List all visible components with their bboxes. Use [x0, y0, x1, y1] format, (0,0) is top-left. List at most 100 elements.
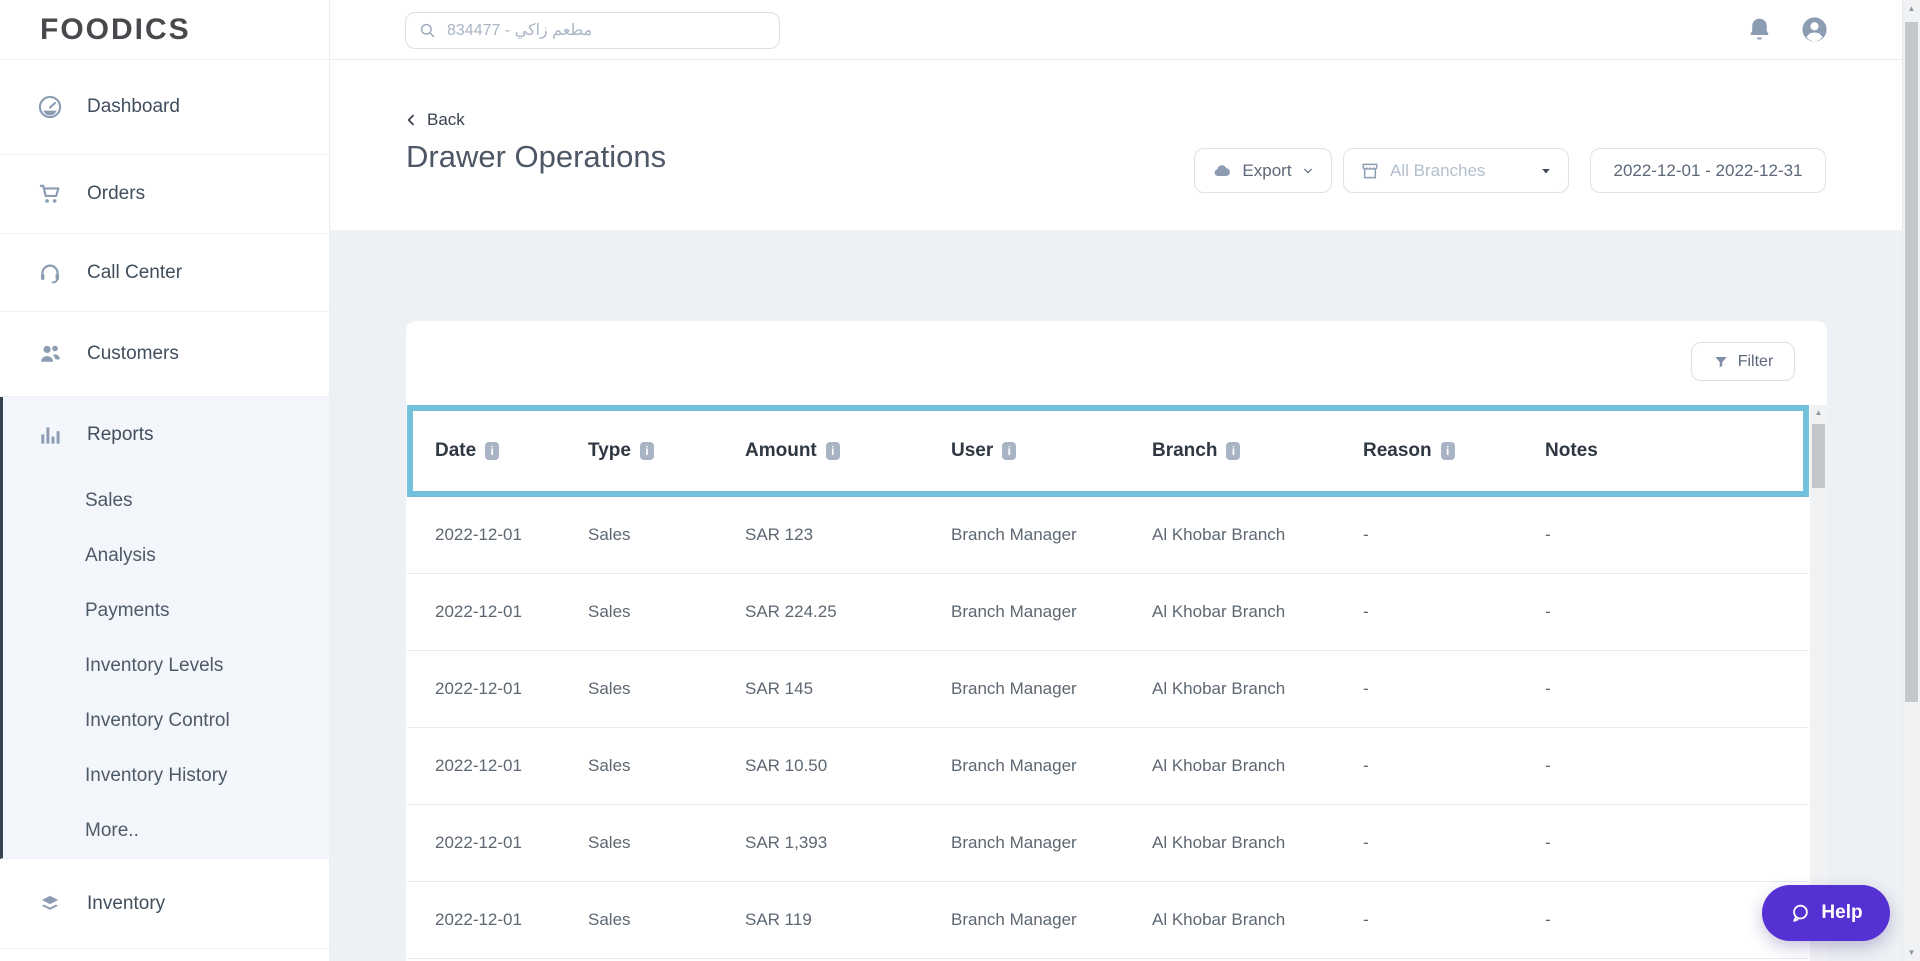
column-header-label: Type: [588, 440, 631, 461]
page-header: Back Drawer Operations Export All Branch…: [330, 60, 1902, 230]
cell-amount: SAR 119: [745, 910, 812, 929]
sidebar-subitem-analysis[interactable]: Analysis: [3, 528, 329, 583]
filter-button[interactable]: Filter: [1691, 342, 1795, 381]
sidebar-subitem-label: Inventory History: [85, 764, 228, 786]
sidebar-subitem-label: Inventory Control: [85, 709, 230, 731]
sidebar-subitem-sales[interactable]: Sales: [3, 473, 329, 528]
cell-branch: Al Khobar Branch: [1152, 525, 1286, 544]
funnel-icon: [1713, 354, 1729, 370]
cell-notes: -: [1545, 833, 1551, 852]
sidebar-subitem-inventory-history[interactable]: Inventory History: [3, 748, 329, 803]
window-scrollbar[interactable]: ▲ ▼: [1902, 0, 1920, 961]
cell-type: Sales: [588, 602, 631, 621]
chat-bubble-icon: [1789, 902, 1811, 924]
sidebar-subitem-label: Payments: [85, 599, 170, 621]
scroll-up-arrow-icon[interactable]: ▲: [1810, 405, 1827, 421]
cell-amount: SAR 123: [745, 525, 814, 544]
search-box[interactable]: [405, 12, 780, 49]
branches-dropdown[interactable]: All Branches: [1343, 148, 1569, 193]
sidebar-item-reports[interactable]: Reports: [3, 397, 329, 473]
sidebar-subitem-inventory-levels[interactable]: Inventory Levels: [3, 638, 329, 693]
table-row: 2022-12-01 Sales SAR 145 Branch Manager Al K…: [407, 651, 1809, 728]
date-range-button[interactable]: 2022-12-01 - 2022-12-31: [1590, 148, 1826, 193]
cell-notes: -: [1545, 525, 1551, 544]
user-avatar[interactable]: [1800, 15, 1829, 44]
sidebar-item-label: Orders: [87, 183, 146, 204]
sidebar-subitem-label: Analysis: [85, 544, 156, 566]
sidebar-item-label: Dashboard: [87, 96, 180, 117]
cell-branch: Al Khobar Branch: [1152, 602, 1286, 621]
chevron-left-icon: [404, 113, 418, 127]
cell-branch: Al Khobar Branch: [1152, 910, 1286, 929]
cloud-icon: [1212, 161, 1232, 181]
cell-branch: Al Khobar Branch: [1152, 756, 1286, 775]
column-header-label: Notes: [1545, 440, 1598, 461]
column-header-label: Reason: [1363, 440, 1432, 461]
sidebar-item-dashboard[interactable]: Dashboard: [0, 60, 329, 155]
info-icon[interactable]: i: [1002, 442, 1017, 460]
back-link[interactable]: Back: [404, 110, 465, 130]
table-scrollbar[interactable]: ▲: [1810, 405, 1827, 961]
cell-reason: -: [1363, 525, 1369, 544]
column-header-branch: Branch i: [1152, 411, 1241, 491]
cell-amount: SAR 10.50: [745, 756, 828, 775]
column-header-date: Date i: [435, 411, 500, 491]
caret-down-icon: [1540, 165, 1552, 177]
cell-user: Branch Manager: [951, 525, 1077, 544]
cell-user: Branch Manager: [951, 756, 1077, 775]
sidebar-item-call-center[interactable]: Call Center: [0, 234, 329, 312]
sidebar-item-inventory[interactable]: Inventory: [0, 859, 329, 949]
gauge-icon: [37, 94, 63, 120]
notification-bell-icon[interactable]: [1745, 15, 1774, 44]
scroll-up-arrow-icon[interactable]: ▲: [1903, 4, 1920, 13]
table-header-row: Date i Type i Amount i User i Branch i Reason i Note…: [407, 405, 1809, 497]
cell-reason: -: [1363, 833, 1369, 852]
cell-date: 2022-12-01: [435, 679, 522, 698]
column-header-label: Branch: [1152, 440, 1218, 461]
table-row: 2022-12-01 Sales SAR 119 Branch Manager Al K…: [407, 882, 1809, 959]
sidebar-subitem-inventory-control[interactable]: Inventory Control: [3, 693, 329, 748]
cell-amount: SAR 145: [745, 679, 814, 698]
scroll-down-arrow-icon[interactable]: ▼: [1903, 948, 1920, 957]
cell-type: Sales: [588, 756, 631, 775]
sidebar-subitem-label: More..: [85, 819, 139, 841]
table-row: 2022-12-01 Sales SAR 10.50 Branch Manager Al…: [407, 728, 1809, 805]
cell-type: Sales: [588, 910, 631, 929]
report-card: Filter Date i Type i Amount i User i Branch i Reas…: [406, 321, 1827, 961]
table-row: 2022-12-01 Sales SAR 1,393 Branch Manager Al…: [407, 805, 1809, 882]
help-label: Help: [1821, 902, 1863, 923]
cell-notes: -: [1545, 910, 1551, 929]
date-range-label: 2022-12-01 - 2022-12-31: [1613, 160, 1803, 180]
cell-user: Branch Manager: [951, 833, 1077, 852]
info-icon[interactable]: i: [1440, 442, 1455, 460]
export-button[interactable]: Export: [1194, 148, 1332, 193]
info-icon[interactable]: i: [1226, 442, 1241, 460]
cell-type: Sales: [588, 525, 631, 544]
cell-reason: -: [1363, 602, 1369, 621]
sidebar-subitem-payments[interactable]: Payments: [3, 583, 329, 638]
cell-notes: -: [1545, 756, 1551, 775]
info-icon[interactable]: i: [485, 442, 500, 460]
table-body: 2022-12-01 Sales SAR 123 Branch Manager Al K…: [407, 497, 1809, 959]
column-header-user: User i: [951, 411, 1017, 491]
help-button[interactable]: Help: [1762, 885, 1890, 941]
sidebar-subitem-label: Sales: [85, 489, 133, 511]
column-header-reason: Reason i: [1363, 411, 1455, 491]
cart-icon: [37, 181, 63, 207]
cell-branch: Al Khobar Branch: [1152, 833, 1286, 852]
column-header-label: Date: [435, 440, 477, 461]
info-icon[interactable]: i: [825, 442, 840, 460]
sidebar-subitem-more[interactable]: More..: [3, 803, 329, 858]
cell-notes: -: [1545, 602, 1551, 621]
table-scrollbar-thumb[interactable]: [1812, 424, 1825, 488]
cell-type: Sales: [588, 833, 631, 852]
window-scrollbar-thumb[interactable]: [1905, 22, 1918, 702]
branches-label: All Branches: [1390, 160, 1486, 180]
sidebar-item-label: Inventory: [87, 892, 166, 914]
foodics-logo[interactable]: FOODICS: [0, 0, 329, 60]
content-area: Filter Date i Type i Amount i User i Branch i Reas…: [330, 230, 1902, 961]
search-input[interactable]: [447, 21, 767, 40]
sidebar-item-customers[interactable]: Customers: [0, 312, 329, 397]
info-icon[interactable]: i: [639, 442, 654, 460]
sidebar-item-orders[interactable]: Orders: [0, 155, 329, 234]
